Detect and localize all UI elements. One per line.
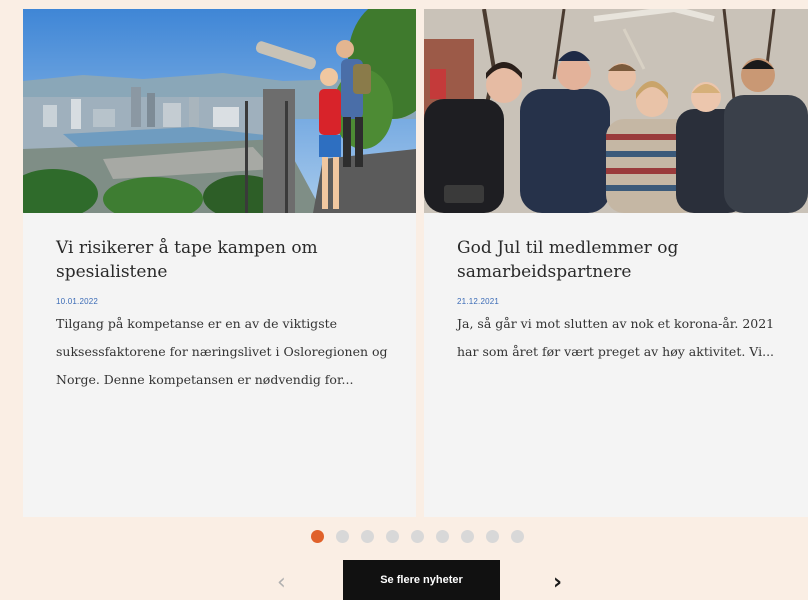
article-image-group-photo[interactable] — [424, 9, 808, 213]
carousel-dot-5[interactable] — [411, 530, 424, 543]
carousel-dot-9[interactable] — [511, 530, 524, 543]
article-card-2[interactable]: God Jul til medlemmer og samarbeidspartn… — [424, 9, 808, 517]
chevron-right-icon[interactable]: › — [553, 570, 562, 596]
article-title[interactable]: God Jul til medlemmer og samarbeidspartn… — [457, 236, 796, 284]
article-excerpt: Tilgang på kompetanse er en av de viktig… — [56, 316, 388, 387]
article-date: 10.01.2022 — [56, 297, 99, 306]
article-excerpt: Ja, så går vi mot slutten av nok et koro… — [457, 316, 775, 359]
carousel-dot-6[interactable] — [436, 530, 449, 543]
carousel-dot-4[interactable] — [386, 530, 399, 543]
article-title[interactable]: Vi risikerer å tape kampen om spesialist… — [56, 236, 391, 284]
carousel-dot-8[interactable] — [486, 530, 499, 543]
chevron-left-icon[interactable]: ‹ — [277, 570, 286, 596]
carousel-dot-7[interactable] — [461, 530, 474, 543]
carousel-dot-1[interactable] — [311, 530, 324, 543]
carousel-dot-2[interactable] — [336, 530, 349, 543]
carousel-pagination — [311, 530, 524, 543]
article-image-oslo-view[interactable] — [23, 9, 416, 213]
carousel-dot-3[interactable] — [361, 530, 374, 543]
see-more-news-button[interactable]: Se flere nyheter — [343, 560, 500, 600]
article-card-1[interactable]: Vi risikerer å tape kampen om spesialist… — [23, 9, 416, 517]
article-date: 21.12.2021 — [457, 297, 500, 306]
